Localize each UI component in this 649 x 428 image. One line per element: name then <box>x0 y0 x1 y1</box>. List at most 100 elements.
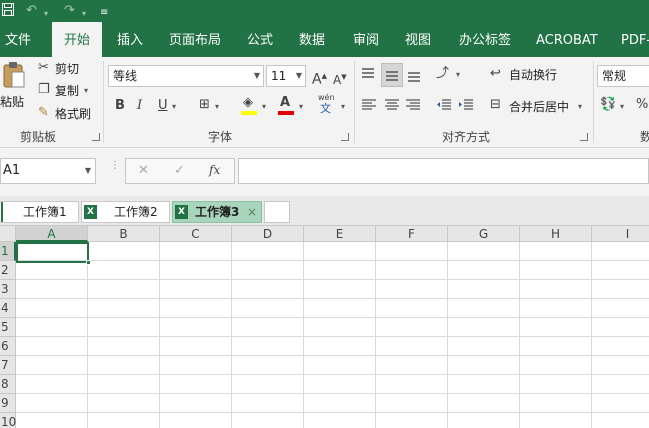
cell-g4[interactable] <box>448 299 520 318</box>
bottom-align-button[interactable] <box>406 67 426 87</box>
row-header-2[interactable]: 2 <box>0 261 16 280</box>
customize-qat-icon[interactable]: ≡ <box>100 5 108 21</box>
redo-icon[interactable]: ↷ <box>64 3 75 19</box>
cell-f1[interactable] <box>376 242 448 261</box>
font-name-select[interactable]: 等线 ▼ <box>108 65 264 87</box>
cell-h2[interactable] <box>520 261 592 280</box>
cut-button[interactable]: 剪切 <box>55 61 79 77</box>
cell-d2[interactable] <box>232 261 304 280</box>
cell-a5[interactable] <box>16 318 88 337</box>
cell-h10[interactable] <box>520 413 592 428</box>
cell-h3[interactable] <box>520 280 592 299</box>
cell-b9[interactable] <box>88 394 160 413</box>
border-icon[interactable]: ⊞ <box>199 97 210 113</box>
tab-office-tab[interactable]: 办公标签 <box>459 22 511 57</box>
new-workbook-tab-button[interactable] <box>264 201 290 223</box>
cell-g10[interactable] <box>448 413 520 428</box>
cell-c4[interactable] <box>160 299 232 318</box>
cell-f3[interactable] <box>376 280 448 299</box>
cell-e2[interactable] <box>304 261 376 280</box>
enter-button[interactable]: ✓ <box>174 163 185 178</box>
cell-g5[interactable] <box>448 318 520 337</box>
fill-color-icon[interactable]: ◈ <box>243 95 253 111</box>
row-header-10[interactable]: 10 <box>0 413 16 428</box>
cell-b6[interactable] <box>88 337 160 356</box>
cell-h9[interactable] <box>520 394 592 413</box>
row-header-6[interactable]: 6 <box>0 337 16 356</box>
tab-home[interactable]: 开始 <box>52 22 102 57</box>
cell-b1[interactable] <box>88 242 160 261</box>
italic-button[interactable]: I <box>137 98 142 114</box>
cell-b7[interactable] <box>88 356 160 375</box>
cell-i5[interactable] <box>592 318 649 337</box>
row-header-9[interactable]: 9 <box>0 394 16 413</box>
paste-button[interactable]: 粘贴 <box>0 61 30 117</box>
tab-file[interactable]: 文件 <box>5 22 37 57</box>
cell-e4[interactable] <box>304 299 376 318</box>
row-header-8[interactable]: 8 <box>0 375 16 394</box>
copy-button[interactable]: 复制 <box>55 83 79 99</box>
worksheet-grid[interactable]: A B C D E F G H I 1 2 3 4 5 6 7 8 9 10 <box>0 226 649 428</box>
column-header-d[interactable]: D <box>232 226 304 242</box>
cell-f9[interactable] <box>376 394 448 413</box>
cell-c7[interactable] <box>160 356 232 375</box>
tab-pdf[interactable]: PDF- <box>621 22 649 57</box>
select-all-button[interactable] <box>0 226 16 242</box>
cell-g6[interactable] <box>448 337 520 356</box>
font-launcher-icon[interactable] <box>341 133 349 141</box>
formula-input[interactable] <box>238 158 649 184</box>
cell-f7[interactable] <box>376 356 448 375</box>
cell-a8[interactable] <box>16 375 88 394</box>
cell-i10[interactable] <box>592 413 649 428</box>
cell-a6[interactable] <box>16 337 88 356</box>
row-header-5[interactable]: 5 <box>0 318 16 337</box>
cell-c10[interactable] <box>160 413 232 428</box>
column-header-f[interactable]: F <box>376 226 448 242</box>
tab-page-layout[interactable]: 页面布局 <box>169 22 221 57</box>
cell-i4[interactable] <box>592 299 649 318</box>
font-size-select[interactable]: 11 ▼ <box>266 65 306 87</box>
cell-a2[interactable] <box>16 261 88 280</box>
cell-c8[interactable] <box>160 375 232 394</box>
workbook-tab-1[interactable]: 工作簿1 <box>0 201 79 223</box>
accounting-dropdown-icon[interactable]: ▾ <box>620 99 624 115</box>
cell-e7[interactable] <box>304 356 376 375</box>
cell-h4[interactable] <box>520 299 592 318</box>
cell-b2[interactable] <box>88 261 160 280</box>
bold-button[interactable]: B <box>115 98 125 114</box>
format-painter-button[interactable]: 格式刷 <box>55 106 91 122</box>
cell-g2[interactable] <box>448 261 520 280</box>
top-align-button[interactable] <box>360 65 380 85</box>
cell-e8[interactable] <box>304 375 376 394</box>
accounting-format-icon[interactable]: 💱 <box>600 97 616 113</box>
number-format-select[interactable]: 常规 <box>597 65 649 87</box>
fill-color-dropdown-icon[interactable]: ▾ <box>262 99 266 115</box>
cell-c5[interactable] <box>160 318 232 337</box>
cell-d4[interactable] <box>232 299 304 318</box>
underline-button[interactable]: U <box>158 98 168 114</box>
cell-a4[interactable] <box>16 299 88 318</box>
column-header-c[interactable]: C <box>160 226 232 242</box>
phonetic-guide-button[interactable]: wén 文 <box>318 93 338 119</box>
cell-d3[interactable] <box>232 280 304 299</box>
cell-g9[interactable] <box>448 394 520 413</box>
formula-bar-splitter-icon[interactable]: ⋮ <box>110 160 120 171</box>
cell-g3[interactable] <box>448 280 520 299</box>
font-color-dropdown-icon[interactable]: ▾ <box>299 99 303 115</box>
cell-c6[interactable] <box>160 337 232 356</box>
undo-dropdown-icon[interactable]: ▾ <box>44 6 48 22</box>
tab-insert[interactable]: 插入 <box>117 22 143 57</box>
cell-d10[interactable] <box>232 413 304 428</box>
insert-function-button[interactable]: fx <box>209 163 220 177</box>
cell-i8[interactable] <box>592 375 649 394</box>
cell-f5[interactable] <box>376 318 448 337</box>
underline-dropdown-icon[interactable]: ▾ <box>172 99 176 115</box>
cell-e9[interactable] <box>304 394 376 413</box>
cell-c1[interactable] <box>160 242 232 261</box>
cell-c2[interactable] <box>160 261 232 280</box>
row-header-1[interactable]: 1 <box>0 242 16 261</box>
cell-d5[interactable] <box>232 318 304 337</box>
cell-b8[interactable] <box>88 375 160 394</box>
fill-handle[interactable] <box>86 260 91 265</box>
cell-b5[interactable] <box>88 318 160 337</box>
